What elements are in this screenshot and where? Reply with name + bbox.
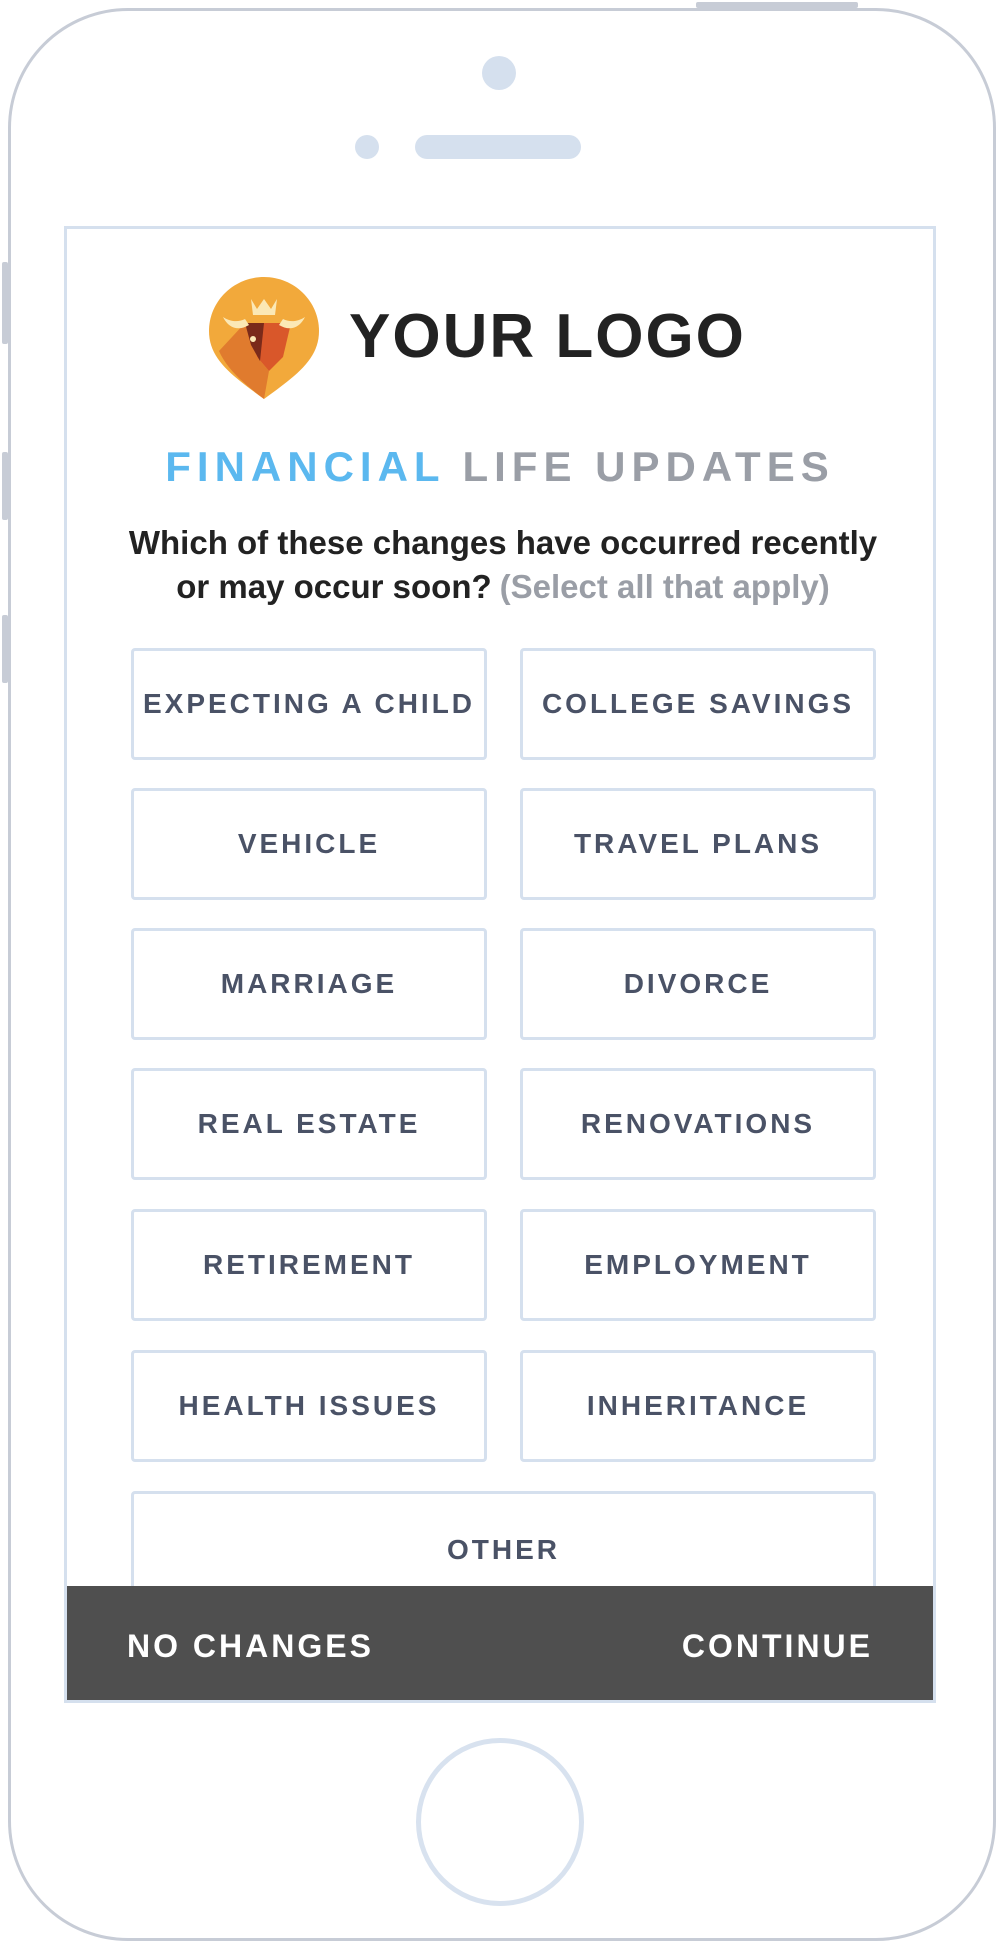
bull-logo-icon (209, 277, 319, 399)
option-divorce[interactable]: DIVORCE (520, 928, 876, 1040)
option-vehicle[interactable]: VEHICLE (131, 788, 487, 900)
question-line-1: Which of these changes have occurred rec… (128, 524, 878, 561)
option-travel-plans[interactable]: TRAVEL PLANS (520, 788, 876, 900)
option-health-issues[interactable]: HEALTH ISSUES (131, 1350, 487, 1462)
phone-side-button (2, 262, 8, 344)
phone-volume-up-button (2, 452, 8, 520)
no-changes-button[interactable]: NO CHANGES (127, 1586, 374, 1700)
option-retirement[interactable]: RETIREMENT (131, 1209, 487, 1321)
phone-volume-down-button (2, 615, 8, 683)
app-screen: YOUR LOGO FINANCIAL LIFE UPDATES Which o… (64, 226, 936, 1703)
question-line-2: or may occur soon? (176, 568, 492, 605)
page-title-rest: LIFE UPDATES (462, 443, 835, 490)
page-title-accent: FINANCIAL (165, 443, 445, 490)
phone-home-button[interactable] (416, 1738, 584, 1906)
option-real-estate[interactable]: REAL ESTATE (131, 1068, 487, 1180)
phone-sensor (355, 135, 379, 159)
continue-button[interactable]: CONTINUE (682, 1586, 873, 1700)
option-expecting-a-child[interactable]: EXPECTING A CHILD (131, 648, 487, 760)
phone-camera (482, 56, 516, 90)
option-renovations[interactable]: RENOVATIONS (520, 1068, 876, 1180)
logo-text: YOUR LOGO (349, 302, 746, 371)
phone-power-button (696, 2, 858, 8)
logo: YOUR LOGO (67, 273, 933, 401)
option-inheritance[interactable]: INHERITANCE (520, 1350, 876, 1462)
option-marriage[interactable]: MARRIAGE (131, 928, 487, 1040)
question-line-2-row: or may occur soon? (Select all that apply… (97, 565, 909, 609)
option-college-savings[interactable]: COLLEGE SAVINGS (520, 648, 876, 760)
page-title: FINANCIAL LIFE UPDATES (67, 443, 933, 491)
action-bar: NO CHANGES CONTINUE (67, 1586, 933, 1700)
question-hint: (Select all that apply) (499, 568, 830, 605)
option-employment[interactable]: EMPLOYMENT (520, 1209, 876, 1321)
phone-speaker (415, 135, 581, 159)
question-text: Which of these changes have occurred rec… (97, 521, 909, 609)
